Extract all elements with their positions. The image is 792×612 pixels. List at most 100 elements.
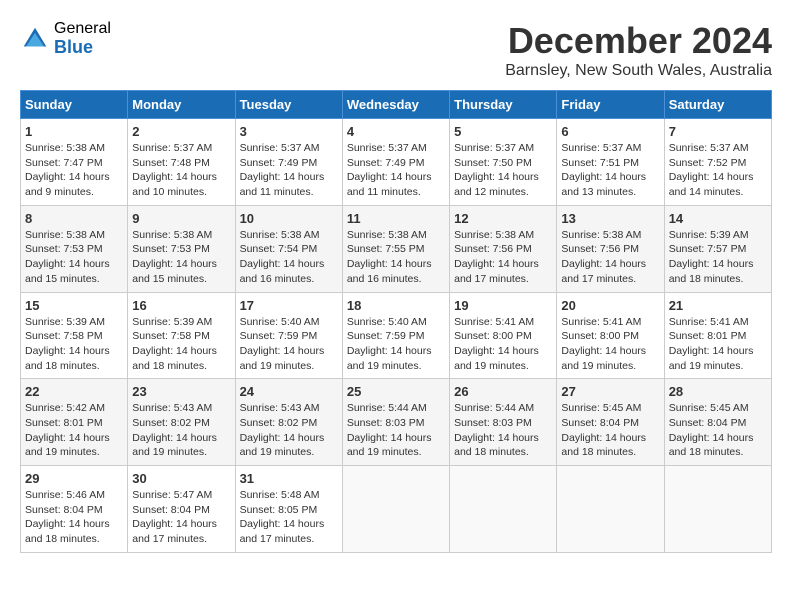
calendar-day-cell: 29Sunrise: 5:46 AMSunset: 8:04 PMDayligh… xyxy=(21,466,128,553)
calendar-day-cell: 22Sunrise: 5:42 AMSunset: 8:01 PMDayligh… xyxy=(21,379,128,466)
day-number: 31 xyxy=(240,471,338,486)
day-info: Sunrise: 5:38 AMSunset: 7:55 PMDaylight:… xyxy=(347,228,445,287)
weekday-header: SundayMondayTuesdayWednesdayThursdayFrid… xyxy=(21,91,772,119)
logo-blue: Blue xyxy=(54,38,111,58)
day-info: Sunrise: 5:37 AMSunset: 7:49 PMDaylight:… xyxy=(347,141,445,200)
weekday-header-cell: Saturday xyxy=(664,91,771,119)
day-info: Sunrise: 5:44 AMSunset: 8:03 PMDaylight:… xyxy=(454,401,552,460)
calendar-day-cell: 11 Sunrise: 5:38 AMSunset: 7:55 PMDayligh… xyxy=(342,205,449,292)
day-number: 26 xyxy=(454,384,552,399)
weekday-header-cell: Wednesday xyxy=(342,91,449,119)
day-info: Sunrise: 5:37 AMSunset: 7:48 PMDaylight:… xyxy=(132,141,230,200)
calendar-day-cell: 17 Sunrise: 5:40 AMSunset: 7:59 PMDayligh… xyxy=(235,292,342,379)
weekday-header-cell: Friday xyxy=(557,91,664,119)
logo: General Blue xyxy=(20,20,111,57)
day-info: Sunrise: 5:43 AMSunset: 8:02 PMDaylight:… xyxy=(240,401,338,460)
day-number: 29 xyxy=(25,471,123,486)
logo-text: General Blue xyxy=(54,20,111,57)
calendar-day-cell: 13Sunrise: 5:38 AMSunset: 7:56 PMDayligh… xyxy=(557,205,664,292)
day-number: 5 xyxy=(454,124,552,139)
calendar-day-cell xyxy=(557,466,664,553)
day-number: 9 xyxy=(132,211,230,226)
day-number: 8 xyxy=(25,211,123,226)
calendar-day-cell: 28 Sunrise: 5:45 AMSunset: 8:04 PMDayligh… xyxy=(664,379,771,466)
calendar-week-row: 22Sunrise: 5:42 AMSunset: 8:01 PMDayligh… xyxy=(21,379,772,466)
calendar-day-cell: 19Sunrise: 5:41 AMSunset: 8:00 PMDayligh… xyxy=(450,292,557,379)
calendar-day-cell: 10Sunrise: 5:38 AMSunset: 7:54 PMDayligh… xyxy=(235,205,342,292)
day-info: Sunrise: 5:39 AMSunset: 7:58 PMDaylight:… xyxy=(132,315,230,374)
day-info: Sunrise: 5:45 AMSunset: 8:04 PMDaylight:… xyxy=(669,401,767,460)
day-number: 2 xyxy=(132,124,230,139)
calendar-day-cell: 7 Sunrise: 5:37 AMSunset: 7:52 PMDaylight… xyxy=(664,119,771,206)
weekday-header-cell: Tuesday xyxy=(235,91,342,119)
calendar-week-row: 1 Sunrise: 5:38 AMSunset: 7:47 PMDaylight… xyxy=(21,119,772,206)
day-info: Sunrise: 5:37 AMSunset: 7:51 PMDaylight:… xyxy=(561,141,659,200)
day-info: Sunrise: 5:38 AMSunset: 7:47 PMDaylight:… xyxy=(25,141,123,200)
calendar-day-cell xyxy=(342,466,449,553)
calendar-week-row: 8 Sunrise: 5:38 AMSunset: 7:53 PMDaylight… xyxy=(21,205,772,292)
calendar-day-cell: 31 Sunrise: 5:48 AMSunset: 8:05 PMDayligh… xyxy=(235,466,342,553)
title-area: December 2024 Barnsley, New South Wales,… xyxy=(505,20,772,80)
day-number: 30 xyxy=(132,471,230,486)
day-number: 18 xyxy=(347,298,445,313)
calendar-table: SundayMondayTuesdayWednesdayThursdayFrid… xyxy=(20,90,772,553)
day-number: 28 xyxy=(669,384,767,399)
day-info: Sunrise: 5:48 AMSunset: 8:05 PMDaylight:… xyxy=(240,488,338,547)
calendar-day-cell: 6 Sunrise: 5:37 AMSunset: 7:51 PMDaylight… xyxy=(557,119,664,206)
day-number: 24 xyxy=(240,384,338,399)
day-number: 16 xyxy=(132,298,230,313)
calendar-day-cell: 14Sunrise: 5:39 AMSunset: 7:57 PMDayligh… xyxy=(664,205,771,292)
calendar-day-cell: 30 Sunrise: 5:47 AMSunset: 8:04 PMDayligh… xyxy=(128,466,235,553)
day-info: Sunrise: 5:47 AMSunset: 8:04 PMDaylight:… xyxy=(132,488,230,547)
day-number: 4 xyxy=(347,124,445,139)
day-number: 11 xyxy=(347,211,445,226)
calendar-day-cell xyxy=(450,466,557,553)
calendar-day-cell: 20 Sunrise: 5:41 AMSunset: 8:00 PMDayligh… xyxy=(557,292,664,379)
calendar-day-cell: 24 Sunrise: 5:43 AMSunset: 8:02 PMDayligh… xyxy=(235,379,342,466)
day-number: 17 xyxy=(240,298,338,313)
day-info: Sunrise: 5:43 AMSunset: 8:02 PMDaylight:… xyxy=(132,401,230,460)
calendar-day-cell: 4 Sunrise: 5:37 AMSunset: 7:49 PMDaylight… xyxy=(342,119,449,206)
day-info: Sunrise: 5:41 AMSunset: 8:00 PMDaylight:… xyxy=(454,315,552,374)
day-number: 15 xyxy=(25,298,123,313)
day-number: 7 xyxy=(669,124,767,139)
calendar-body: 1 Sunrise: 5:38 AMSunset: 7:47 PMDaylight… xyxy=(21,119,772,553)
day-number: 1 xyxy=(25,124,123,139)
calendar-day-cell: 9 Sunrise: 5:38 AMSunset: 7:53 PMDaylight… xyxy=(128,205,235,292)
day-number: 12 xyxy=(454,211,552,226)
calendar-day-cell: 2 Sunrise: 5:37 AMSunset: 7:48 PMDaylight… xyxy=(128,119,235,206)
day-number: 25 xyxy=(347,384,445,399)
calendar-day-cell: 26 Sunrise: 5:44 AMSunset: 8:03 PMDayligh… xyxy=(450,379,557,466)
day-info: Sunrise: 5:41 AMSunset: 8:00 PMDaylight:… xyxy=(561,315,659,374)
day-number: 3 xyxy=(240,124,338,139)
day-info: Sunrise: 5:37 AMSunset: 7:50 PMDaylight:… xyxy=(454,141,552,200)
calendar-day-cell: 21 Sunrise: 5:41 AMSunset: 8:01 PMDayligh… xyxy=(664,292,771,379)
day-info: Sunrise: 5:40 AMSunset: 7:59 PMDaylight:… xyxy=(347,315,445,374)
calendar-day-cell: 23Sunrise: 5:43 AMSunset: 8:02 PMDayligh… xyxy=(128,379,235,466)
day-number: 14 xyxy=(669,211,767,226)
day-info: Sunrise: 5:38 AMSunset: 7:53 PMDaylight:… xyxy=(25,228,123,287)
day-info: Sunrise: 5:40 AMSunset: 7:59 PMDaylight:… xyxy=(240,315,338,374)
day-number: 6 xyxy=(561,124,659,139)
calendar-day-cell: 25 Sunrise: 5:44 AMSunset: 8:03 PMDayligh… xyxy=(342,379,449,466)
location-subtitle: Barnsley, New South Wales, Australia xyxy=(505,62,772,80)
calendar-day-cell: 15Sunrise: 5:39 AMSunset: 7:58 PMDayligh… xyxy=(21,292,128,379)
day-number: 13 xyxy=(561,211,659,226)
day-info: Sunrise: 5:37 AMSunset: 7:52 PMDaylight:… xyxy=(669,141,767,200)
calendar-week-row: 15 Sunrise: 5:39 AMSunset: 7:58 PMDayligh… xyxy=(21,292,772,379)
calendar-week-row: 29Sunrise: 5:46 AMSunset: 8:04 PMDayligh… xyxy=(21,466,772,553)
calendar-day-cell: 16 Sunrise: 5:39 AMSunset: 7:58 PMDayligh… xyxy=(128,292,235,379)
day-number: 20 xyxy=(561,298,659,313)
weekday-header-cell: Sunday xyxy=(21,91,128,119)
calendar-day-cell: 27Sunrise: 5:45 AMSunset: 8:04 PMDayligh… xyxy=(557,379,664,466)
day-info: Sunrise: 5:41 AMSunset: 8:01 PMDaylight:… xyxy=(669,315,767,374)
calendar-day-cell: 5 Sunrise: 5:37 AMSunset: 7:50 PMDaylight… xyxy=(450,119,557,206)
day-info: Sunrise: 5:38 AMSunset: 7:56 PMDaylight:… xyxy=(454,228,552,287)
weekday-header-cell: Monday xyxy=(128,91,235,119)
weekday-header-cell: Thursday xyxy=(450,91,557,119)
calendar-day-cell: 1 Sunrise: 5:38 AMSunset: 7:47 PMDaylight… xyxy=(21,119,128,206)
day-info: Sunrise: 5:38 AMSunset: 7:53 PMDaylight:… xyxy=(132,228,230,287)
day-info: Sunrise: 5:38 AMSunset: 7:54 PMDaylight:… xyxy=(240,228,338,287)
day-number: 21 xyxy=(669,298,767,313)
day-info: Sunrise: 5:44 AMSunset: 8:03 PMDaylight:… xyxy=(347,401,445,460)
